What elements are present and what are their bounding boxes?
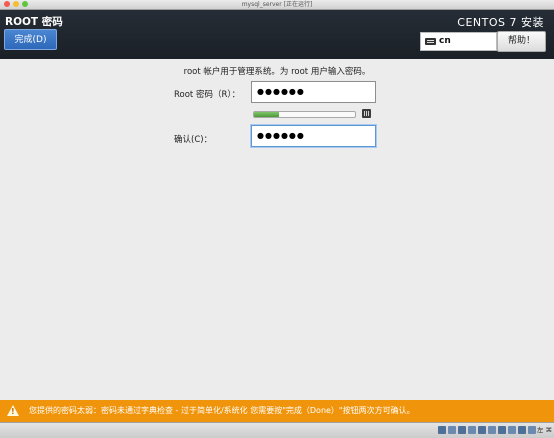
help-button[interactable]: 帮助！ (497, 31, 546, 52)
password-strength-bar (253, 111, 356, 118)
root-password-form: root 帐户用于管理系统。为 root 用户输入密码。 Root 密码（R）：… (0, 59, 554, 400)
host-key-label: 左 ⌘ (536, 426, 552, 434)
confirm-password-field[interactable]: ●●●●●● (251, 125, 376, 147)
product-title: CENTOS 7 安装 (457, 16, 544, 29)
network-icon[interactable] (468, 426, 476, 434)
page-title: ROOT 密码 (5, 16, 63, 28)
warning-text: 您提供的密码太弱：密码未通过字典检查 - 过于简单化/系统化 您需要按"完成（D… (29, 406, 415, 415)
warning-icon: ! (7, 405, 19, 416)
keyboard-layout-indicator[interactable]: cn (420, 32, 497, 51)
usb-icon[interactable] (478, 426, 486, 434)
audio-icon[interactable] (458, 426, 466, 434)
vm-status-bar: 左 ⌘ (0, 422, 554, 438)
done-button[interactable]: 完成(D) (4, 29, 57, 50)
keyboard-icon (425, 38, 436, 45)
optical-drive-icon[interactable] (448, 426, 456, 434)
password-strength-fill (254, 112, 280, 117)
cpu-icon[interactable] (518, 426, 526, 434)
window-title: mysql_server [正在运行] (241, 1, 313, 8)
display-icon[interactable] (498, 426, 506, 434)
installer-header: ROOT 密码 完成(D) CENTOS 7 安装 cn 帮助！ (0, 10, 554, 59)
mouse-integration-icon[interactable] (528, 426, 536, 434)
shared-folder-icon[interactable] (488, 426, 496, 434)
confirm-label: 确认(C)： (174, 135, 213, 145)
password-label: Root 密码（R）： (174, 90, 241, 100)
vm-device-tray (438, 426, 536, 434)
hard-disk-icon[interactable] (438, 426, 446, 434)
window-titlebar: mysql_server [正在运行] (0, 0, 554, 10)
warning-bar: ! 您提供的密码太弱：密码未通过字典检查 - 过于简单化/系统化 您需要按"完成… (0, 400, 554, 422)
keyboard-layout-label: cn (439, 36, 451, 46)
password-field[interactable]: ●●●●●● (251, 81, 376, 103)
recording-icon[interactable] (508, 426, 516, 434)
password-strength-icon (362, 109, 371, 118)
intro-text: root 帐户用于管理系统。为 root 用户输入密码。 (183, 67, 371, 77)
